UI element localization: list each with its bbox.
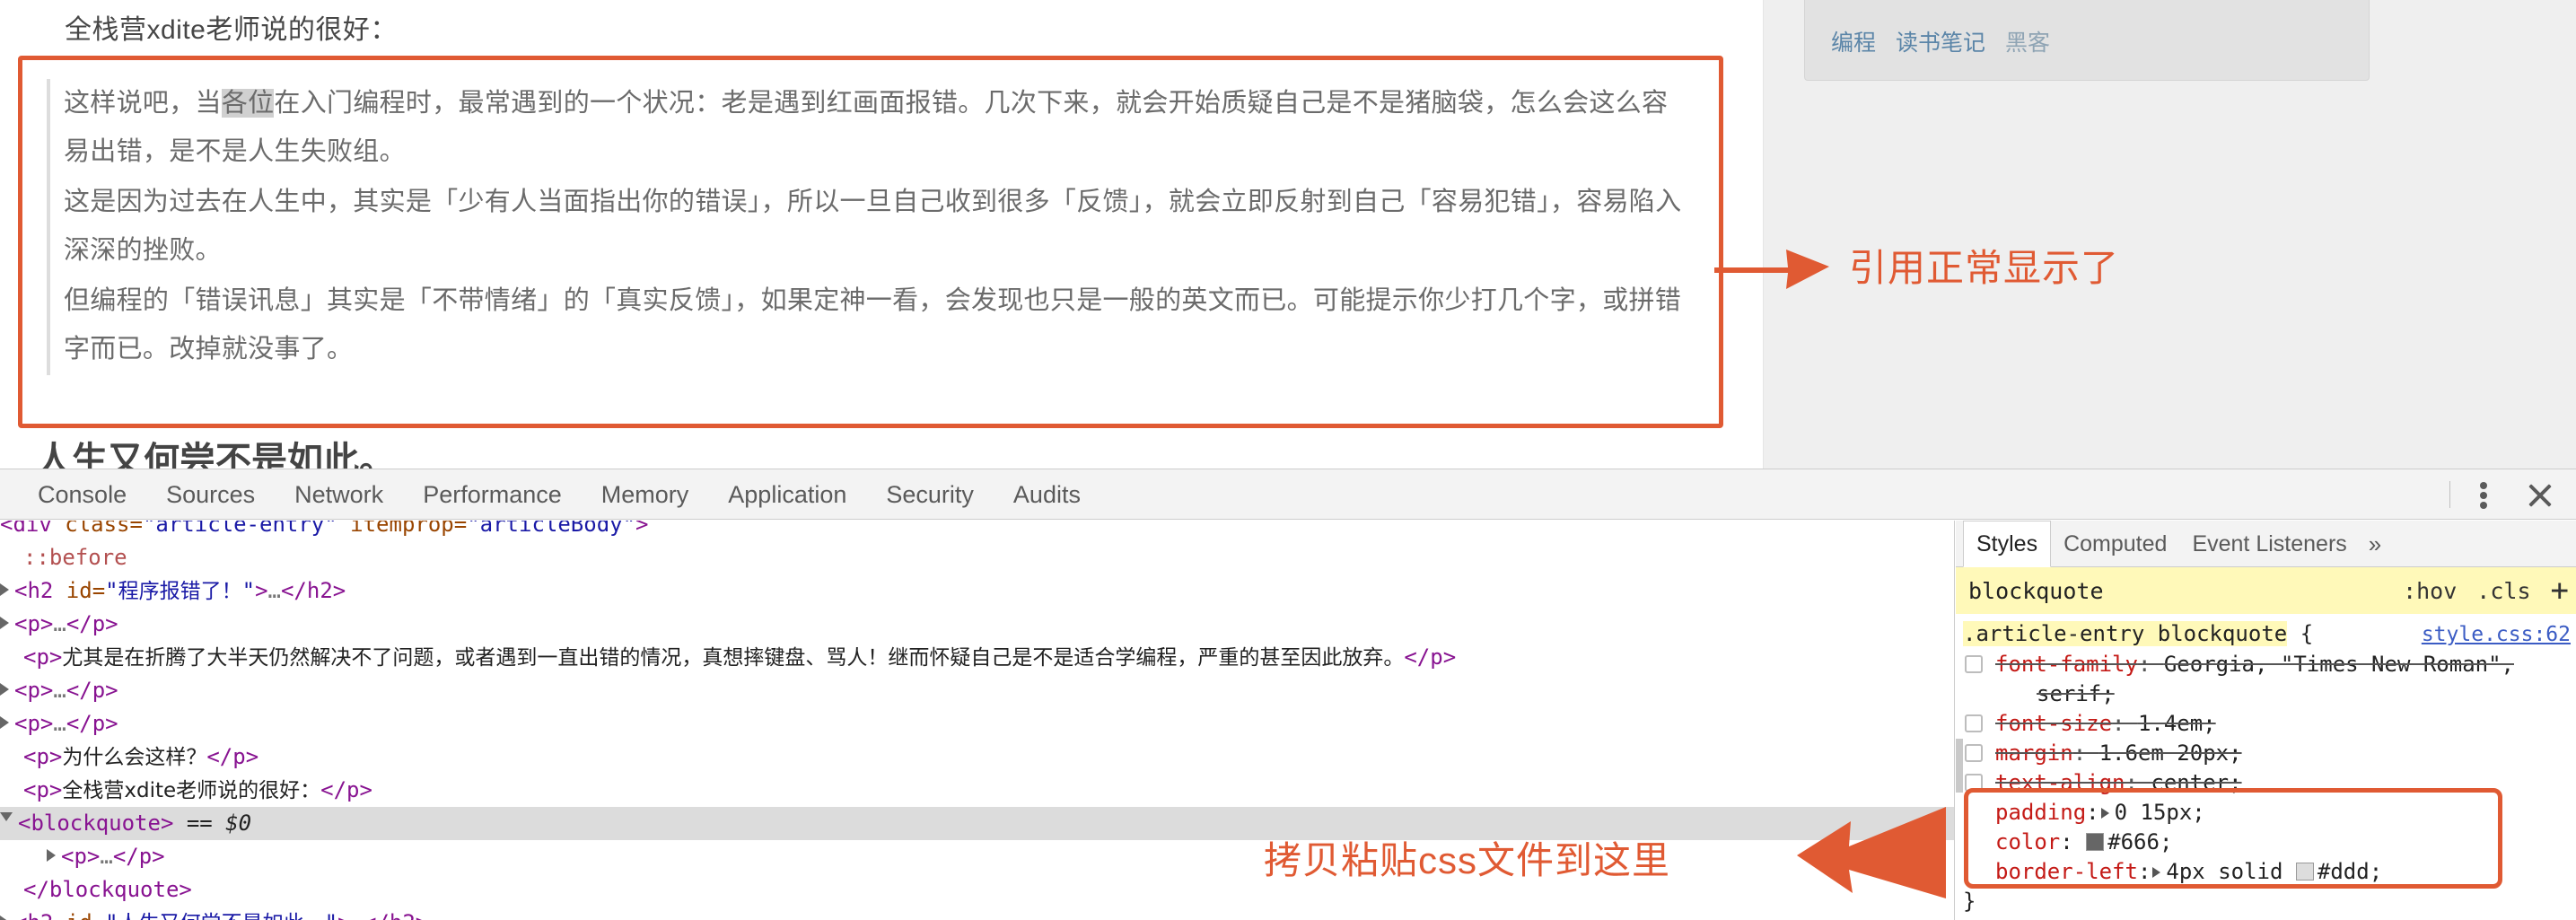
p-xdite-text: 全栈营xdite老师说的很好： xyxy=(62,779,321,802)
dom-row-div[interactable]: <div class="article-entry" itemprop="art… xyxy=(0,521,1954,541)
tab-elements[interactable]: nts xyxy=(0,469,18,520)
devtools-window-controls xyxy=(2431,469,2576,520)
blockquote-paragraph-3: 但编程的「错误讯息」其实是「不带情绪」的「真实反馈」，如果定神一看，会发现也只是… xyxy=(64,286,1682,364)
dom-row-p-long[interactable]: <p>尤其是在折腾了大半天仍然解决不了问题，或者遇到一直出错的情况，真想摔键盘、… xyxy=(0,641,1954,674)
styles-tab-event-listeners[interactable]: Event Listeners xyxy=(2179,521,2359,566)
devtools-tabbar: nts Console Sources Network Performance … xyxy=(0,469,2576,520)
annotation-quote-note: 引用正常显示了 xyxy=(1849,247,2120,289)
chevron-more-icon[interactable]: » xyxy=(2360,521,2390,566)
css-decl-checkbox[interactable] xyxy=(1965,655,1983,673)
tag-item-0[interactable]: 编程 xyxy=(1831,31,1876,56)
intro-paragraph: 全栈营xdite老师说的很好： xyxy=(65,15,398,45)
css-decl-text-align[interactable]: text-align: center; xyxy=(1956,768,2576,798)
styles-sidebar: Styles Computed Event Listeners » blockq… xyxy=(1956,521,2576,920)
dom-row-before[interactable]: ::before xyxy=(0,541,1954,574)
add-rule-button[interactable]: + xyxy=(2551,575,2569,606)
styles-tabbar: Styles Computed Event Listeners » xyxy=(1956,521,2576,567)
styles-scrollbar[interactable] xyxy=(1956,739,1963,793)
expand-triangle-icon[interactable] xyxy=(2152,867,2161,878)
blockquote-paragraph-2: 这是因为过去在人生中，其实是「少有人当面指出你的错误」，所以一旦自己收到很多「反… xyxy=(64,188,1682,265)
cls-toggle[interactable]: .cls xyxy=(2476,578,2530,604)
styles-tab-computed[interactable]: Computed xyxy=(2051,521,2179,566)
dom-row-h2-1[interactable]: <h2 id="程序报错了！">…</h2> xyxy=(0,574,1954,608)
tab-audits[interactable]: Audits xyxy=(994,469,1100,520)
devtools-tab-list: nts Console Sources Network Performance … xyxy=(0,469,1100,520)
annotation-css-note: 拷贝粘贴css文件到这里 xyxy=(1264,839,1671,881)
article-blockquote: 这样说吧，当各位在入门编程时，最常遇到的一个状况：老是遇到红画面报错。几次下来，… xyxy=(47,79,1698,375)
css-rule-close-brace: } xyxy=(1963,889,1976,914)
css-decl-margin[interactable]: margin: 1.6em 20px; xyxy=(1956,739,2576,768)
css-decl-font-family-cont: serif; xyxy=(2037,681,2115,706)
next-section-heading: 人生又何尝不是如此。 xyxy=(36,441,395,469)
css-decl-color[interactable]: color: #666; xyxy=(1956,828,2576,857)
tag-list: 编程 读书笔记 黑客 xyxy=(1831,25,2070,57)
bq1-selection-highlight: 各位 xyxy=(221,89,275,118)
styles-toggle-group: :hov .cls + xyxy=(2403,575,2571,606)
tab-console[interactable]: Console xyxy=(18,469,146,520)
browser-page-region: 全栈营xdite老师说的很好： 这样说吧，当各位在入门编程时，最常遇到的一个状况… xyxy=(0,0,2576,469)
hov-toggle[interactable]: :hov xyxy=(2403,578,2457,604)
dom-row-p-collapsed-2[interactable]: <p>…</p> xyxy=(0,674,1954,707)
styles-filter-input[interactable]: blockquote xyxy=(1968,578,2104,604)
bq1-post: 在入门编程时，最常遇到的一个状况：老是遇到红画面报错。几次下来，就会开始质疑自己… xyxy=(64,89,1669,166)
tab-memory[interactable]: Memory xyxy=(582,469,709,520)
tab-performance[interactable]: Performance xyxy=(403,469,582,520)
p-long-text: 尤其是在折腾了大半天仍然解决不了问题，或者遇到一直出错的情况，真想摔键盘、骂人！… xyxy=(62,646,1405,670)
close-icon[interactable] xyxy=(2517,471,2563,518)
css-selector[interactable]: .article-entry blockquote { xyxy=(1963,619,2313,649)
tab-network[interactable]: Network xyxy=(275,469,403,520)
tag-item-1[interactable]: 读书笔记 xyxy=(1896,31,1985,56)
css-decl-checkbox[interactable] xyxy=(1965,744,1983,762)
css-decl-checkbox[interactable] xyxy=(1965,714,1983,732)
css-decl-font-family[interactable]: font-family: Georgia, "Times New Roman", xyxy=(1956,650,2576,679)
css-decl-border-left[interactable]: border-left: 4px solid #ddd; xyxy=(1956,857,2576,887)
h2-1-id-value: 程序报错了！ xyxy=(118,580,242,603)
article-column: 全栈营xdite老师说的很好： 这样说吧，当各位在入门编程时，最常遇到的一个状况… xyxy=(0,0,1764,469)
css-rule-header: .article-entry blockquote { style.css:62 xyxy=(1956,619,2576,650)
css-decl-font-size[interactable]: font-size: 1.4em; xyxy=(1956,709,2576,739)
tab-application[interactable]: Application xyxy=(708,469,866,520)
blockquote-paragraph-1: 这样说吧，当各位在入门编程时，最常遇到的一个状况：老是遇到红画面报错。几次下来，… xyxy=(64,79,1685,176)
selected-node-marker: == $0 xyxy=(186,810,252,836)
tab-security[interactable]: Security xyxy=(866,469,994,520)
color-swatch[interactable] xyxy=(2295,863,2314,881)
expand-triangle-icon[interactable] xyxy=(2100,808,2109,819)
dom-row-p-collapsed-1[interactable]: <p>…</p> xyxy=(0,608,1954,641)
color-swatch[interactable] xyxy=(2086,833,2105,851)
dom-row-p-collapsed-3[interactable]: <p>…</p> xyxy=(0,707,1954,740)
styles-filter-bar[interactable]: blockquote :hov .cls + xyxy=(1956,567,2576,614)
toolbar-divider xyxy=(2449,481,2450,508)
tag-item-2[interactable]: 黑客 xyxy=(2005,31,2050,56)
kebab-menu-icon[interactable] xyxy=(2468,477,2499,513)
css-decl-padding[interactable]: padding: 0 15px; xyxy=(1956,798,2576,828)
pseudo-before-label: ::before xyxy=(23,545,127,570)
dom-row-p-xdite[interactable]: <p>全栈营xdite老师说的很好：</p> xyxy=(0,774,1954,807)
dom-row-h2-2[interactable]: <h2 id="人生又何尝不是如此。">…</h2> xyxy=(0,907,1954,920)
tab-sources[interactable]: Sources xyxy=(146,469,275,520)
p-why-text: 为什么会这样？ xyxy=(62,746,207,769)
css-source-link[interactable]: style.css:62 xyxy=(2422,620,2571,650)
bq1-pre: 这样说吧，当 xyxy=(64,89,222,118)
arrow-right-icon xyxy=(1714,250,1829,289)
css-decl-checkbox[interactable] xyxy=(1965,774,1983,792)
dom-row-p-why[interactable]: <p>为什么会这样？</p> xyxy=(0,740,1954,774)
css-rule-block: .article-entry blockquote { style.css:62… xyxy=(1956,614,2576,916)
styles-tab-styles[interactable]: Styles xyxy=(1963,521,2052,567)
arrow-left-icon xyxy=(1797,807,1946,898)
